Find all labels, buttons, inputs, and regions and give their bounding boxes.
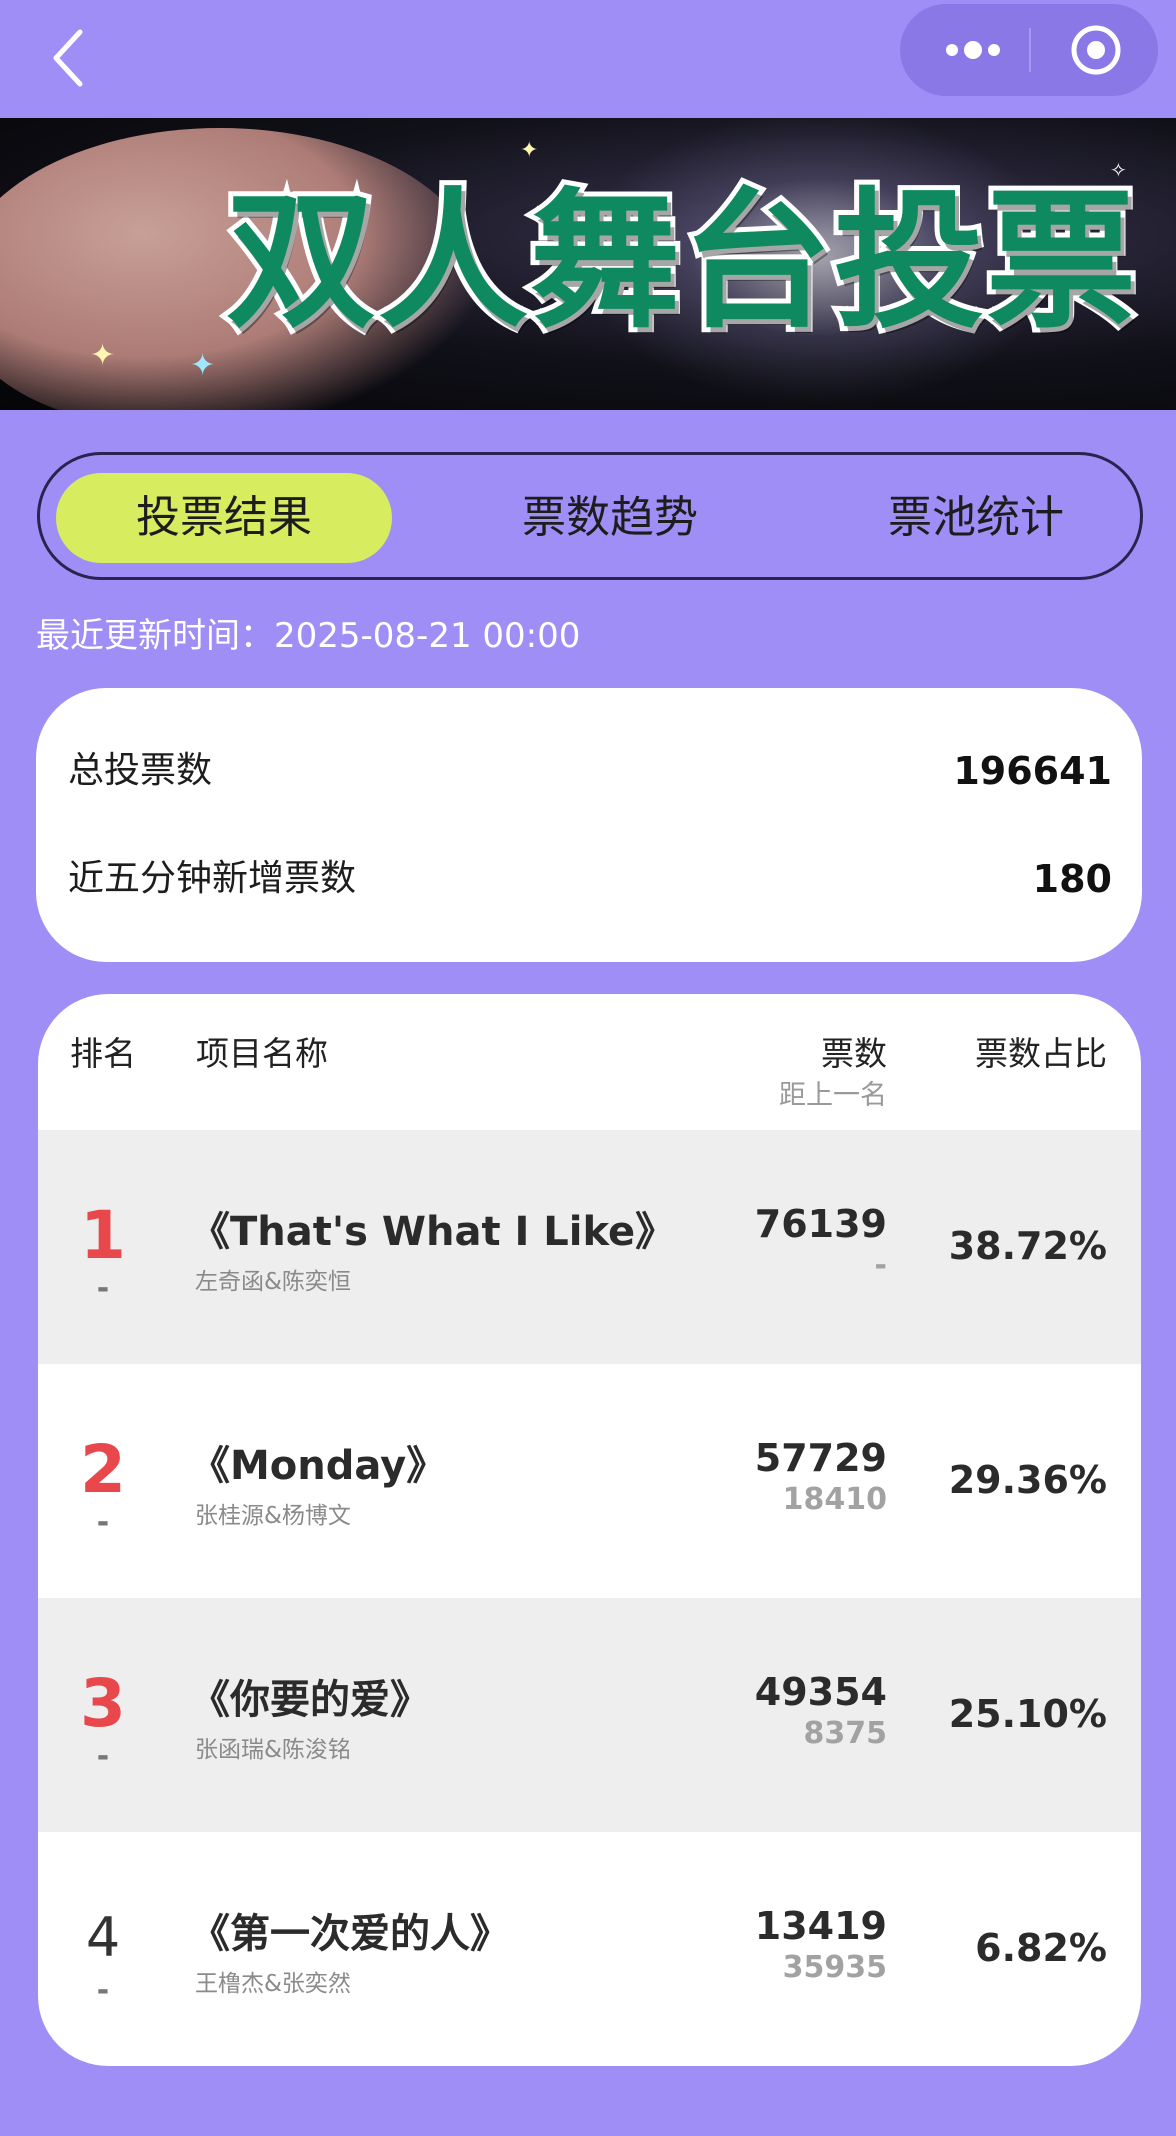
tab-vote-trend[interactable]: 票数趋势 <box>440 473 780 563</box>
top-bar <box>0 0 1176 118</box>
header-share: 票数占比 <box>975 1034 1107 1073</box>
tab-vote-results[interactable]: 投票结果 <box>56 473 392 563</box>
rank-number: 1 <box>80 1197 126 1274</box>
recent-votes-label: 近五分钟新增票数 <box>68 858 357 899</box>
banner-title: 双人舞台投票 <box>221 170 1141 354</box>
header-rank: 排名 <box>70 1034 136 1073</box>
star-icon: ✦ <box>190 348 216 383</box>
ranking-table: 排名 项目名称 票数 距上一名 票数占比 1 - 《That's What I … <box>38 994 1141 2066</box>
artist-names: 左奇函&陈奕恒 <box>195 1269 351 1295</box>
table-row[interactable]: 3 - 《你要的爱》 张函瑞&陈浚铭 49354 8375 25.10% <box>38 1598 1141 1832</box>
header-name: 项目名称 <box>196 1034 328 1073</box>
vote-gap: 8375 <box>803 1716 888 1751</box>
target-circle-icon[interactable] <box>1060 4 1140 96</box>
song-title: 《Monday》 <box>190 1443 447 1489</box>
table-row[interactable]: 2 - 《Monday》 张桂源&杨博文 57729 18410 29.36% <box>38 1364 1141 1598</box>
vote-share: 25.10% <box>948 1692 1107 1736</box>
artist-names: 张桂源&杨博文 <box>195 1503 351 1529</box>
tab-pool-stats[interactable]: 票池统计 <box>806 473 1146 563</box>
vote-count: 13419 <box>754 1904 887 1948</box>
rank-number: 4 <box>85 1906 121 1969</box>
capsule-divider <box>1029 28 1031 72</box>
vote-gap: 35935 <box>782 1950 887 1985</box>
mini-program-capsule <box>900 4 1158 96</box>
more-dots-icon[interactable] <box>928 4 1018 96</box>
vote-gap: - <box>874 1248 887 1283</box>
vote-share: 38.72% <box>948 1224 1107 1268</box>
rank-number: 3 <box>80 1665 126 1742</box>
update-time: 最近更新时间：2025-08-21 00:00 <box>36 616 581 656</box>
star-icon: ✦ <box>520 138 539 163</box>
vote-gap: 18410 <box>782 1482 887 1517</box>
vote-share: 6.82% <box>975 1926 1107 1970</box>
vote-count: 49354 <box>754 1670 887 1714</box>
song-title: 《你要的爱》 <box>190 1677 430 1723</box>
rank-number: 2 <box>80 1431 126 1508</box>
page: ✦ ✦ ✦ ✧ 双人舞台投票 投票结果 票数趋势 票池统计 最近更新时间：202… <box>0 0 1176 2136</box>
star-icon: ✦ <box>90 338 116 373</box>
summary-card: 总投票数 196641 近五分钟新增票数 180 <box>36 688 1142 962</box>
table-row[interactable]: 1 - 《That's What I Like》 左奇函&陈奕恒 76139 -… <box>38 1130 1141 1364</box>
song-title: 《That's What I Like》 <box>190 1209 676 1255</box>
total-votes-value: 196641 <box>953 749 1112 793</box>
rank-trend: - <box>96 1271 110 1306</box>
banner: ✦ ✦ ✦ ✧ 双人舞台投票 <box>0 118 1176 410</box>
rank-trend: - <box>96 1973 110 2008</box>
vote-count: 57729 <box>754 1436 887 1480</box>
rank-trend: - <box>96 1505 110 1540</box>
total-votes-label: 总投票数 <box>68 750 213 791</box>
song-title: 《第一次爱的人》 <box>190 1911 510 1957</box>
artist-names: 张函瑞&陈浚铭 <box>195 1737 351 1763</box>
chevron-left-icon[interactable] <box>40 18 100 98</box>
table-row[interactable]: 4 - 《第一次爱的人》 王橹杰&张奕然 13419 35935 6.82% <box>38 1832 1141 2066</box>
header-votes: 票数 <box>821 1034 887 1073</box>
header-votes-sub: 距上一名 <box>779 1080 887 1111</box>
tab-bar: 投票结果 票数趋势 票池统计 <box>37 452 1143 580</box>
artist-names: 王橹杰&张奕然 <box>195 1971 351 1997</box>
vote-count: 76139 <box>754 1202 887 1246</box>
vote-share: 29.36% <box>948 1458 1107 1502</box>
rank-trend: - <box>96 1739 110 1774</box>
recent-votes-value: 180 <box>1032 857 1112 901</box>
